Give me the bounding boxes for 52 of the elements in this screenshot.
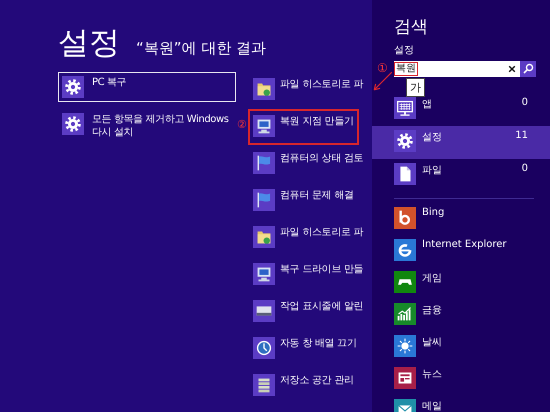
- result-item[interactable]: 모든 항목을 제거하고 Windows 다시 설치: [58, 109, 236, 143]
- step-marker: ①: [377, 61, 388, 75]
- computer-icon: [253, 263, 275, 285]
- result-item[interactable]: 파일 히스토리로 파: [248, 72, 368, 108]
- file-icon: [394, 163, 416, 185]
- flag-icon: [253, 189, 275, 211]
- gamepad-icon: [394, 271, 416, 293]
- result-item[interactable]: 컴퓨터 문제 해결: [248, 183, 359, 219]
- result-item[interactable]: 파일 히스토리로 파: [248, 220, 368, 256]
- result-item[interactable]: PC 복구: [58, 72, 236, 102]
- taskbar-icon: [253, 300, 275, 322]
- app-item[interactable]: Internet Explorer: [394, 239, 550, 271]
- result-count: 0: [522, 97, 528, 108]
- search-icon[interactable]: [520, 61, 536, 77]
- app-item[interactable]: 날씨: [394, 335, 550, 367]
- sun-icon: [394, 335, 416, 357]
- gear-icon: [394, 130, 416, 152]
- stack-icon: [253, 374, 275, 396]
- app-item[interactable]: 게임: [394, 271, 550, 303]
- results-caption: “복원”에 대한 결과: [136, 39, 266, 58]
- result-item[interactable]: 컴퓨터의 상태 검토: [248, 146, 368, 182]
- category-item[interactable]: 파일 0: [372, 159, 550, 192]
- app-item[interactable]: 금융: [394, 303, 550, 335]
- newspaper-icon: [394, 367, 416, 389]
- pane-title: 검색: [394, 16, 429, 39]
- result-item[interactable]: 저장소 공간 관리: [248, 368, 359, 404]
- folder-icon: [253, 78, 275, 100]
- step-marker: ②: [237, 118, 247, 131]
- chart-icon: [394, 303, 416, 325]
- b-logo-icon: [394, 207, 416, 229]
- page-title: 설정: [58, 24, 120, 63]
- ime-candidate[interactable]: 가: [406, 78, 425, 97]
- category-item[interactable]: 설정 11: [372, 126, 550, 159]
- result-item[interactable]: 작업 표시줄에 알린: [248, 294, 368, 330]
- computer-icon: [253, 115, 275, 137]
- search-scope: 설정: [394, 44, 415, 58]
- search-field[interactable]: 복원: [394, 61, 536, 77]
- result-item[interactable]: 자동 창 배열 끄기: [248, 331, 362, 367]
- gear-icon: [62, 76, 84, 98]
- app-item[interactable]: Bing: [394, 207, 550, 239]
- flag-icon: [253, 152, 275, 174]
- clear-icon[interactable]: [508, 65, 516, 73]
- keyboard-icon: [394, 97, 416, 119]
- result-item[interactable]: 복구 드라이브 만들: [248, 257, 368, 293]
- app-item[interactable]: 메일: [394, 399, 550, 412]
- folder-icon: [253, 226, 275, 248]
- e-logo-icon: [394, 239, 416, 261]
- app-item[interactable]: 뉴스: [394, 367, 550, 399]
- result-count: 11: [515, 130, 528, 141]
- result-count: 0: [522, 163, 528, 174]
- clock-icon: [253, 337, 275, 359]
- gear-icon: [62, 113, 84, 135]
